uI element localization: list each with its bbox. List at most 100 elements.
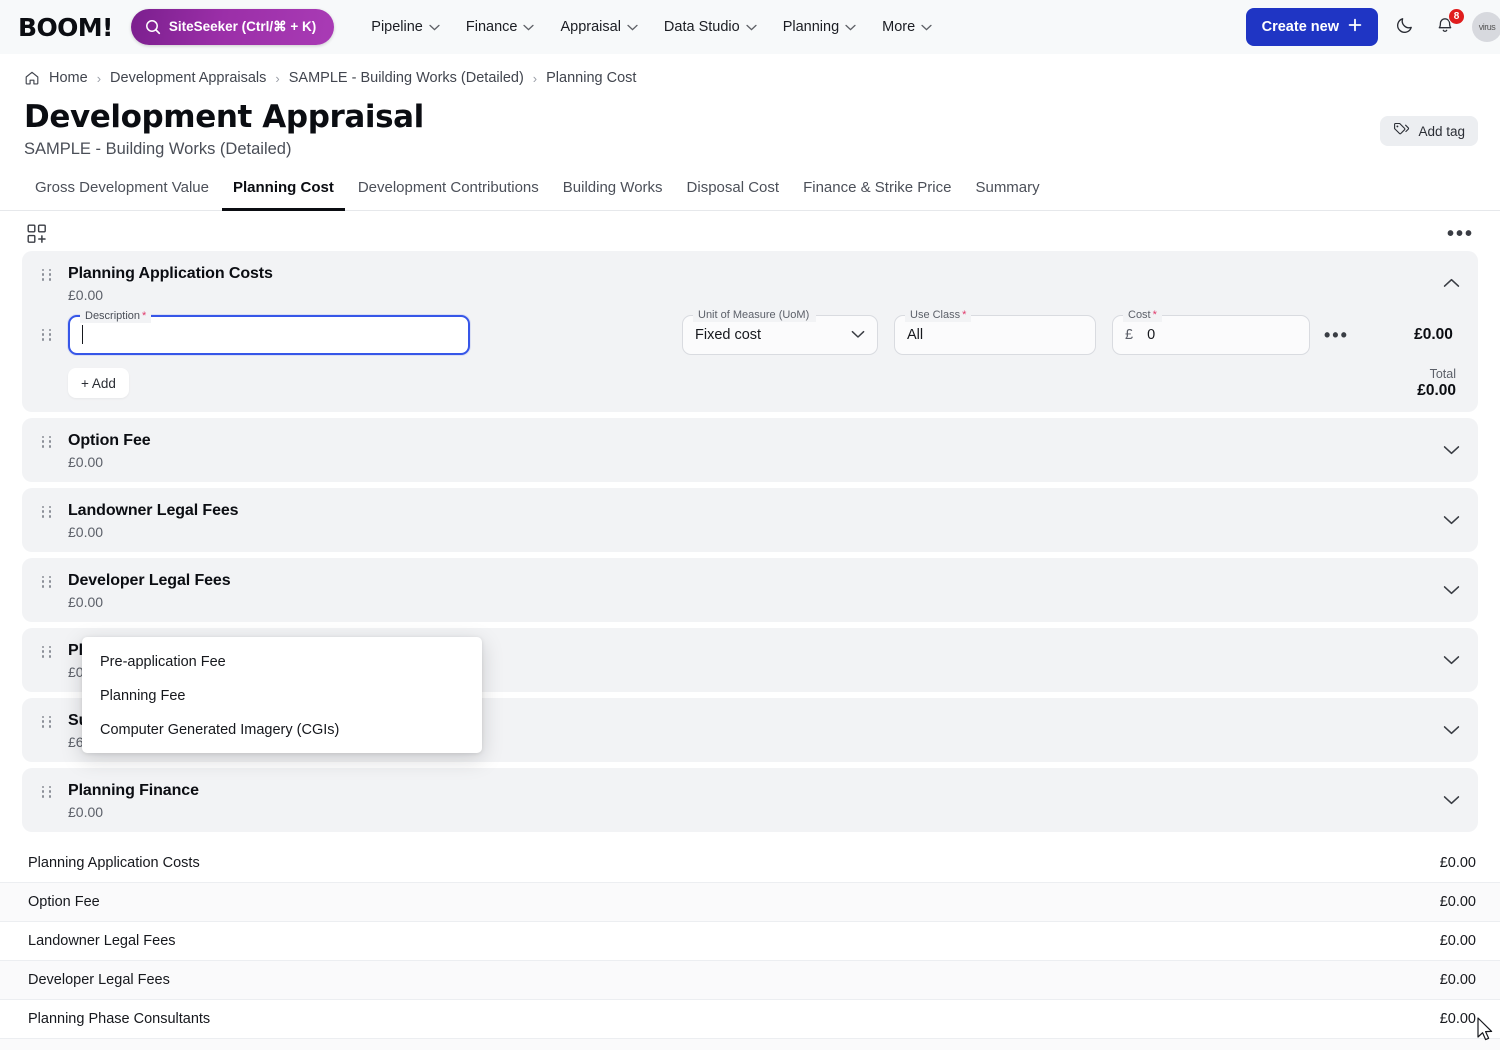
brand-logo[interactable]: BOOM! (18, 13, 113, 42)
section-amount: £0.00 (68, 286, 104, 303)
expand-section-button[interactable] (1443, 724, 1460, 735)
home-icon[interactable] (24, 70, 40, 86)
add-tag-button[interactable]: Add tag (1380, 116, 1478, 146)
cost-value: 0 (1147, 326, 1156, 343)
expand-section-button[interactable] (1443, 654, 1460, 665)
dropdown-option-cgis[interactable]: Computer Generated Imagery (CGIs) (82, 713, 482, 747)
primary-nav: Pipeline Finance Appraisal Data Studio P… (358, 11, 945, 43)
summary-value: £0.00 (1439, 1010, 1476, 1027)
summary-value: £0.00 (1439, 971, 1476, 988)
table-row[interactable]: Landowner Legal Fees £0.00 (0, 922, 1500, 961)
chevron-down-icon (921, 19, 932, 35)
notification-badge: 8 (1448, 8, 1465, 25)
section-amount: £0.00 (68, 593, 104, 610)
breadcrumb-separator: › (532, 70, 538, 86)
tab-planning-cost[interactable]: Planning Cost (221, 173, 345, 211)
cost-field[interactable]: Cost * £ 0 (1112, 307, 1310, 355)
chevron-down-icon (627, 19, 638, 35)
section-toolbar: ••• (0, 211, 1500, 251)
section-more-button[interactable]: ••• (1447, 224, 1474, 244)
nav-item-data-studio[interactable]: Data Studio (651, 11, 770, 43)
section-title: Landowner Legal Fees (68, 501, 239, 519)
drag-handle-icon[interactable] (40, 645, 54, 658)
tab-gross-development-value[interactable]: Gross Development Value (24, 173, 220, 211)
add-line-item-button[interactable]: + Add (68, 368, 129, 399)
top-navigation-bar: BOOM! SiteSeeker (Ctrl/⌘ + K) Pipeline F… (0, 0, 1500, 54)
breadcrumb-separator: › (96, 70, 102, 86)
tab-summary[interactable]: Summary (964, 173, 1050, 211)
drag-handle-icon[interactable] (40, 328, 54, 341)
table-row[interactable]: Developer Legal Fees £0.00 (0, 960, 1500, 1000)
description-field[interactable]: Description * (68, 308, 470, 355)
tab-building-works[interactable]: Building Works (552, 173, 674, 211)
description-autocomplete-dropdown: Pre-application Fee Planning Fee Compute… (82, 636, 482, 753)
expand-section-button[interactable] (1443, 514, 1460, 525)
breadcrumb-item-planning-cost[interactable]: Planning Cost (546, 70, 636, 86)
nav-item-planning[interactable]: Planning (770, 11, 869, 43)
dropdown-option-pre-application-fee[interactable]: Pre-application Fee (82, 645, 482, 679)
use-class-field[interactable]: Use Class * All (894, 307, 1096, 355)
table-row[interactable]: Planning Application Costs £0.00 (0, 844, 1500, 883)
expand-section-button[interactable] (1443, 794, 1460, 805)
dropdown-option-planning-fee[interactable]: Planning Fee (82, 679, 482, 713)
cost-summary-table: Planning Application Costs £0.00 Option … (0, 838, 1500, 1050)
tag-icon (1393, 122, 1410, 140)
tab-finance-strike-price[interactable]: Finance & Strike Price (792, 173, 962, 211)
section-title: Developer Legal Fees (68, 571, 231, 589)
drag-handle-icon[interactable] (40, 505, 54, 518)
chevron-down-icon (845, 19, 856, 35)
section-card-developer-legal-fees: Developer Legal Fees £0.00 (22, 557, 1478, 622)
avatar[interactable]: virus (1472, 12, 1500, 42)
section-header[interactable]: Option Fee £0.00 (22, 418, 1478, 482)
breadcrumb-item-development-appraisals[interactable]: Development Appraisals (110, 70, 266, 86)
siteseeker-label: SiteSeeker (Ctrl/⌘ + K) (168, 19, 317, 34)
drag-handle-icon[interactable] (40, 715, 54, 728)
nav-item-more[interactable]: More (869, 11, 945, 43)
section-footer: + Add Total £0.00 (22, 355, 1478, 402)
breadcrumb-separator: › (275, 70, 280, 86)
section-header[interactable]: Planning Finance £0.00 (22, 768, 1478, 832)
use-class-label: Use Class * (905, 307, 972, 322)
dark-mode-toggle[interactable] (1392, 14, 1418, 40)
tab-development-contributions[interactable]: Development Contributions (347, 173, 550, 211)
nav-item-pipeline[interactable]: Pipeline (358, 11, 453, 43)
summary-value: £0.00 (1439, 893, 1476, 910)
chevron-down-icon (429, 19, 440, 35)
summary-label: Planning Phase Consultants (28, 1010, 211, 1027)
table-row[interactable]: Surveys £6,300.00 (0, 1038, 1500, 1050)
breadcrumb-item-sample[interactable]: SAMPLE - Building Works (Detailed) (289, 70, 524, 86)
section-amount: £0.00 (68, 803, 104, 820)
collapse-section-button[interactable] (1443, 277, 1460, 288)
avatar-label: virus (1478, 22, 1496, 32)
page-title: Development Appraisal (24, 99, 424, 135)
grid-plus-icon[interactable] (26, 223, 48, 245)
section-header[interactable]: Landowner Legal Fees £0.00 (22, 488, 1478, 552)
nav-item-appraisal[interactable]: Appraisal (547, 11, 650, 43)
tab-disposal-cost[interactable]: Disposal Cost (676, 173, 791, 211)
section-card-planning-finance: Planning Finance £0.00 (22, 767, 1478, 832)
siteseeker-search-button[interactable]: SiteSeeker (Ctrl/⌘ + K) (130, 9, 335, 45)
nav-item-finance[interactable]: Finance (453, 11, 548, 43)
row-more-button[interactable]: ••• (1324, 326, 1349, 344)
drag-handle-icon[interactable] (40, 575, 54, 588)
table-row[interactable]: Planning Phase Consultants £0.00 (0, 1000, 1500, 1039)
table-row[interactable]: Option Fee £0.00 (0, 882, 1500, 922)
drag-handle-icon[interactable] (40, 268, 54, 281)
expand-section-button[interactable] (1443, 444, 1460, 455)
nav-label: Data Studio (663, 19, 740, 35)
notifications-button[interactable]: 8 (1432, 8, 1465, 40)
create-new-label: Create new (1261, 19, 1339, 35)
unit-of-measure-select[interactable]: Unit of Measure (UoM) Fixed cost (682, 307, 878, 355)
summary-label: Planning Application Costs (28, 854, 200, 871)
section-header[interactable]: Planning Application Costs £0.00 (22, 251, 1478, 315)
drag-handle-icon[interactable] (40, 435, 54, 448)
expand-section-button[interactable] (1443, 584, 1460, 595)
section-header[interactable]: Developer Legal Fees £0.00 (22, 558, 1478, 622)
section-title: Planning Finance (68, 781, 199, 799)
create-new-button[interactable]: Create new (1245, 8, 1378, 46)
nav-label: Finance (465, 19, 518, 35)
drag-handle-icon[interactable] (40, 785, 54, 798)
page-subtitle: SAMPLE - Building Works (Detailed) (24, 139, 292, 158)
text-cursor (82, 325, 83, 345)
breadcrumb-item-home[interactable]: Home (49, 70, 88, 86)
